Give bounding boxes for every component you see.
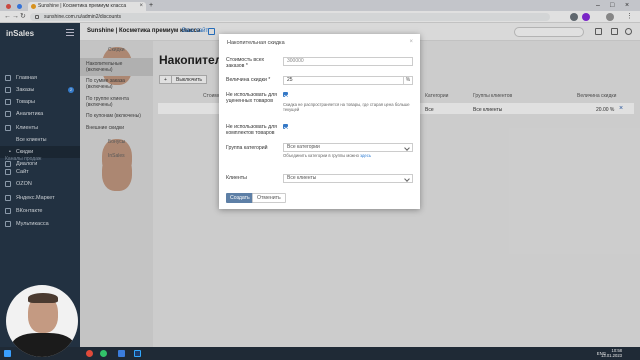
modal-close-icon[interactable]: ×	[409, 39, 413, 45]
webcam-overlay	[6, 285, 78, 357]
no-discounted-hint: Скидка не распространяется на товары, гд…	[283, 102, 410, 112]
app-icon[interactable]	[118, 350, 125, 357]
order-total-input[interactable]: 300000	[283, 57, 413, 66]
order-total-label: Стоимость всех заказов *	[226, 57, 265, 69]
discount-value: 25	[287, 77, 293, 83]
category-hint-link[interactable]: здесь	[360, 153, 371, 158]
clients-label: Клиенты	[226, 175, 247, 181]
presenter-shoulders	[12, 333, 74, 357]
clock[interactable]: 10:58 13.01.2023	[601, 348, 622, 358]
clock-date: 13.01.2023	[601, 353, 622, 358]
category-group-label: Группа категорий	[226, 145, 268, 151]
percent-suffix: %	[403, 77, 412, 84]
category-group-value: Все категории	[287, 144, 320, 150]
discount-label: Величина скидки *	[226, 77, 271, 83]
photoshop-icon[interactable]	[134, 350, 141, 357]
cumulative-discount-modal: Накопительная скидка × Стоимость всех за…	[219, 34, 420, 209]
order-total-placeholder: 300000	[287, 58, 304, 64]
no-discounted-label: Не использовать для уцененных товаров	[226, 92, 277, 104]
presenter-hair	[28, 293, 58, 303]
modal-title: Накопительная скидка	[227, 40, 285, 46]
category-hint: Объединить категории в группы можно	[283, 153, 359, 158]
start-icon[interactable]	[4, 350, 11, 357]
create-button[interactable]: Создать	[226, 193, 254, 203]
yandex-browser-icon[interactable]	[86, 350, 93, 357]
no-bundles-label: Не использовать для комплектов товаров	[226, 124, 277, 136]
category-group-select[interactable]: Все категории	[283, 143, 413, 152]
chrome-icon[interactable]	[100, 350, 107, 357]
no-bundles-checkbox[interactable]	[283, 124, 288, 129]
clients-value: Все клиенты	[287, 175, 317, 181]
cancel-button[interactable]: Отменить	[252, 193, 286, 203]
clients-select[interactable]: Все клиенты	[283, 174, 413, 183]
os-taskbar: ENG 10:58 13.01.2023	[0, 347, 640, 360]
no-discounted-checkbox[interactable]	[283, 92, 288, 97]
discount-input[interactable]: 25%	[283, 76, 413, 85]
